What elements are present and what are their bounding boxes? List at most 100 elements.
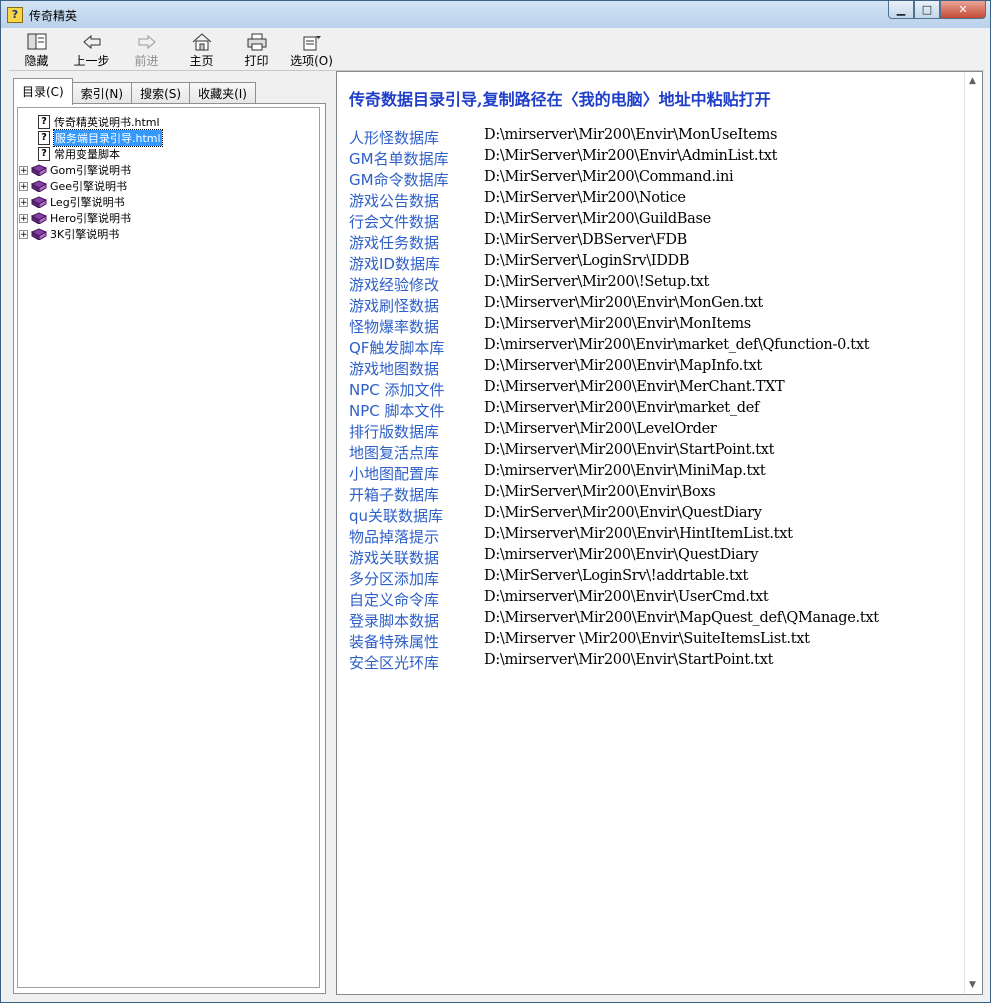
tree-item-label: Gom引擎说明书 <box>50 164 131 177</box>
tree-item-label: 服务端目录引导.html <box>53 129 163 147</box>
book-icon <box>31 212 47 224</box>
directory-name[interactable]: 多分区添加库 <box>349 568 484 588</box>
directory-row: 游戏地图数据 D:\Mirserver\Mir200\Envir\MapInfo.… <box>349 358 762 378</box>
tab-search[interactable]: 搜索(S) <box>131 82 191 105</box>
directory-name[interactable]: 游戏地图数据 <box>349 358 484 378</box>
tree-item-page-selected[interactable]: ? 服务端目录引导.html <box>38 129 163 147</box>
toolbar: 隐藏 上一步 前进 主页 打印 选项(O) <box>9 29 984 69</box>
directory-row: 游戏关联数据 D:\mirserver\Mir200\Envir\QuestDia… <box>349 547 758 567</box>
tab-index[interactable]: 索引(N) <box>71 82 133 105</box>
directory-name[interactable]: 自定义命令库 <box>349 589 484 609</box>
directory-path: D:\MirServer\LoginSrv\!addrtable.txt <box>484 568 748 584</box>
directory-name[interactable]: NPC 添加文件 <box>349 379 484 399</box>
directory-path: D:\Mirserver\Mir200\Envir\MonItems <box>484 316 751 332</box>
directory-row: 物品掉落提示 D:\Mirserver\Mir200\Envir\HintItem… <box>349 526 793 546</box>
minimize-button[interactable]: ▁ <box>888 1 914 19</box>
tree-item-label: Leg引擎说明书 <box>50 196 125 209</box>
directory-name[interactable]: 游戏关联数据 <box>349 547 484 567</box>
vertical-scrollbar[interactable]: ▲ ▼ <box>964 72 982 994</box>
directory-row: 人形怪数据库 D:\mirserver\Mir200\Envir\MonUseIt… <box>349 127 778 147</box>
expand-icon[interactable]: + <box>19 181 28 191</box>
topic-content: 传奇数据目录引导,复制路径在〈我的电脑〉地址中粘贴打开 人形怪数据库 D:\mir… <box>336 71 983 995</box>
tree-item-label: Gee引擎说明书 <box>50 180 128 193</box>
directory-name[interactable]: 小地图配置库 <box>349 463 484 483</box>
options-button[interactable]: 选项(O) <box>284 29 339 69</box>
directory-row: 多分区添加库 D:\MirServer\LoginSrv\!addrtable.t… <box>349 568 748 588</box>
directory-name[interactable]: 排行版数据库 <box>349 421 484 441</box>
directory-name[interactable]: 人形怪数据库 <box>349 127 484 147</box>
close-button[interactable]: ✕ <box>940 1 986 19</box>
tree-item-book[interactable]: + Leg引擎说明书 <box>19 194 125 210</box>
forward-button[interactable]: 前进 <box>119 29 174 69</box>
tree-item-book[interactable]: + Gom引擎说明书 <box>19 162 131 178</box>
tree-item-page[interactable]: ? 传奇精英说明书.html <box>38 114 160 130</box>
directory-path: D:\MirServer\Mir200\!Setup.txt <box>484 274 710 290</box>
expand-icon[interactable]: + <box>19 229 28 239</box>
expand-icon[interactable]: + <box>19 213 28 223</box>
directory-row: GM命令数据库 D:\MirServer\Mir200\Command.ini <box>349 169 734 189</box>
directory-row: NPC 添加文件 D:\Mirserver\Mir200\Envir\MerCha… <box>349 379 785 399</box>
directory-path: D:\Mirserver\Mir200\Envir\market_def <box>484 400 760 416</box>
back-button[interactable]: 上一步 <box>64 29 119 69</box>
directory-name[interactable]: GM名单数据库 <box>349 148 484 168</box>
directory-path: D:\mirserver\Mir200\Envir\market_def\Qfu… <box>484 337 870 353</box>
directory-name[interactable]: 地图复活点库 <box>349 442 484 462</box>
print-button[interactable]: 打印 <box>229 29 284 69</box>
maximize-button[interactable]: □ <box>914 1 940 19</box>
directory-path: D:\MirServer\Mir200\Envir\QuestDiary <box>484 505 762 521</box>
directory-path: D:\Mirserver\Mir200\Envir\MapQuest_def\Q… <box>484 610 879 626</box>
directory-name[interactable]: 装备特殊属性 <box>349 631 484 651</box>
window-title: 传奇精英 <box>29 9 78 23</box>
hide-button[interactable]: 隐藏 <box>9 29 64 69</box>
nav-tabs: 目录(C) 索引(N) 搜索(S) 收藏夹(I) <box>13 78 256 105</box>
directory-row: 游戏任务数据 D:\MirServer\DBServer\FDB <box>349 232 687 252</box>
contents-panel: ? 传奇精英说明书.html ? 服务端目录引导.html ? 常用变量脚本 +… <box>13 103 326 994</box>
directory-name[interactable]: 怪物爆率数据 <box>349 316 484 336</box>
tree-item-book[interactable]: + Gee引擎说明书 <box>19 178 127 194</box>
directory-name[interactable]: 游戏任务数据 <box>349 232 484 252</box>
tree-item-page[interactable]: ? 常用变量脚本 <box>38 146 120 162</box>
directory-name[interactable]: 开箱子数据库 <box>349 484 484 504</box>
directory-name[interactable]: 行会文件数据 <box>349 211 484 231</box>
directory-path: D:\MirServer\Mir200\Envir\Boxs <box>484 484 716 500</box>
directory-name[interactable]: NPC 脚本文件 <box>349 400 484 420</box>
expand-icon[interactable]: + <box>19 165 28 175</box>
contents-tree[interactable]: ? 传奇精英说明书.html ? 服务端目录引导.html ? 常用变量脚本 +… <box>17 107 320 988</box>
directory-name[interactable]: 安全区光环库 <box>349 652 484 672</box>
book-icon <box>31 180 47 192</box>
scroll-down-icon[interactable]: ▼ <box>969 980 976 990</box>
directory-row: 游戏经验修改 D:\MirServer\Mir200\!Setup.txt <box>349 274 709 294</box>
directory-name[interactable]: 游戏ID数据库 <box>349 253 484 273</box>
directory-name[interactable]: qu关联数据库 <box>349 505 484 525</box>
tree-item-label: Hero引擎说明书 <box>50 212 132 225</box>
tree-item-book[interactable]: + 3K引擎说明书 <box>19 226 119 242</box>
forward-label: 前进 <box>134 54 159 68</box>
scroll-up-icon[interactable]: ▲ <box>969 76 976 86</box>
tab-favorites[interactable]: 收藏夹(I) <box>189 82 256 105</box>
directory-row: 行会文件数据 D:\MirServer\Mir200\GuildBase <box>349 211 711 231</box>
directory-path: D:\MirServer\Mir200\Notice <box>484 190 686 206</box>
directory-row: QF触发脚本库 D:\mirserver\Mir200\Envir\market_… <box>349 337 870 357</box>
navigation-pane: 目录(C) 索引(N) 搜索(S) 收藏夹(I) ? 传奇精英说明书.html … <box>9 74 329 994</box>
home-icon <box>192 33 211 51</box>
pane-splitter[interactable] <box>329 74 335 994</box>
directory-path: D:\Mirserver \Mir200\Envir\SuiteItemsLis… <box>484 631 810 647</box>
directory-name[interactable]: 登录脚本数据 <box>349 610 484 630</box>
tab-contents[interactable]: 目录(C) <box>13 78 73 105</box>
directory-path: D:\mirserver\Mir200\Envir\QuestDiary <box>484 547 759 563</box>
options-label: 选项(O) <box>290 54 333 68</box>
directory-name[interactable]: GM命令数据库 <box>349 169 484 189</box>
home-button[interactable]: 主页 <box>174 29 229 69</box>
tree-item-book[interactable]: + Hero引擎说明书 <box>19 210 131 226</box>
directory-name[interactable]: 游戏刷怪数据 <box>349 295 484 315</box>
directory-row: 游戏ID数据库 D:\MirServer\LoginSrv\IDDB <box>349 253 690 273</box>
directory-row: GM名单数据库 D:\MirServer\Mir200\Envir\AdminLi… <box>349 148 777 168</box>
directory-name[interactable]: QF触发脚本库 <box>349 337 484 357</box>
directory-name[interactable]: 物品掉落提示 <box>349 526 484 546</box>
directory-path: D:\mirserver\Mir200\Envir\MiniMap.txt <box>484 463 766 479</box>
title-bar[interactable]: ? 传奇精英 ▁ □ ✕ <box>1 1 990 28</box>
help-window: ? 传奇精英 ▁ □ ✕ 隐藏 上一步 前进 主页 打印 选项(O) 目录(C)… <box>0 0 991 1003</box>
directory-name[interactable]: 游戏公告数据 <box>349 190 484 210</box>
expand-icon[interactable]: + <box>19 197 28 207</box>
directory-name[interactable]: 游戏经验修改 <box>349 274 484 294</box>
